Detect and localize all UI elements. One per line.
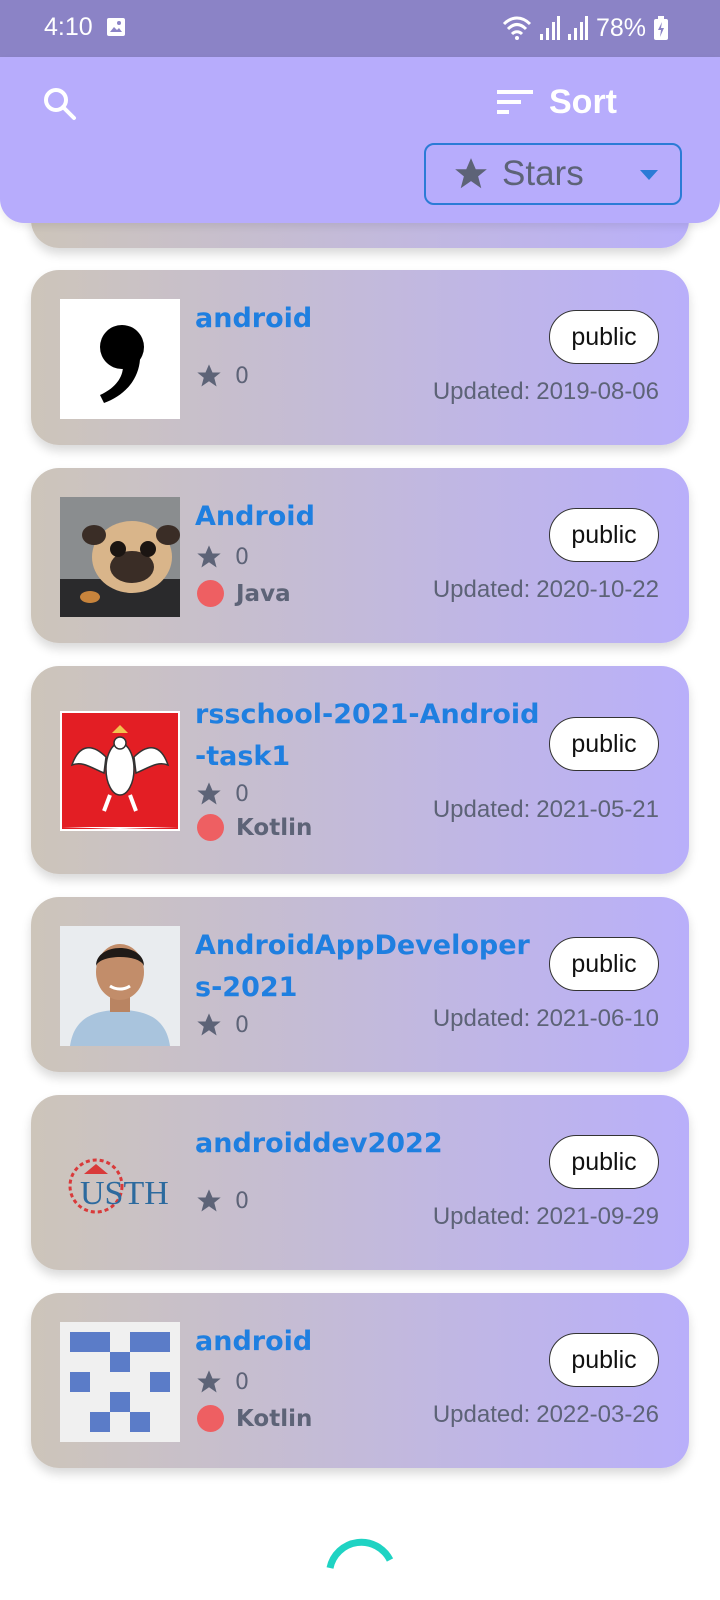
star-icon	[197, 1013, 221, 1036]
language-dot	[197, 1405, 224, 1432]
repo-stars: 0	[195, 1011, 249, 1039]
repo-language: Kotlin	[197, 1405, 312, 1432]
repo-card[interactable]: rsschool-2021-Android-task1 0 Kotlin pub…	[31, 666, 689, 874]
dropdown-arrow-icon	[640, 170, 658, 180]
search-button[interactable]	[40, 84, 80, 124]
repo-card[interactable]: android 0 Kotlin public Updated: 2022-03-…	[31, 1293, 689, 1468]
updated-date: Updated: 2021-05-21	[432, 796, 659, 823]
repo-avatar	[60, 711, 180, 831]
language-dot	[197, 580, 224, 607]
repo-stars: 0	[195, 1187, 249, 1215]
repo-name[interactable]: android	[195, 1321, 545, 1363]
star-icon	[197, 1370, 221, 1393]
updated-date: Updated: 2021-06-10	[432, 1005, 659, 1032]
visibility-badge: public	[549, 1135, 659, 1189]
star-icon	[197, 1189, 221, 1212]
battery-percent: 78%	[595, 13, 646, 42]
repo-name[interactable]: rsschool-2021-Android-task1	[195, 694, 545, 778]
visibility-badge: public	[549, 717, 659, 771]
star-count: 0	[235, 1188, 249, 1214]
star-icon	[197, 364, 221, 387]
star-count: 0	[235, 363, 249, 389]
updated-date: Updated: 2022-03-26	[432, 1401, 659, 1428]
visibility-badge: public	[549, 937, 659, 991]
repo-name[interactable]: Android	[195, 496, 545, 538]
language-name: Kotlin	[236, 1405, 313, 1432]
repo-language: Java	[197, 580, 291, 607]
sort-button[interactable]: Sort	[497, 82, 617, 122]
signal-icon	[539, 16, 560, 40]
signal-icon	[567, 16, 588, 40]
visibility-badge: public	[549, 310, 659, 364]
repo-stars: 0	[195, 780, 249, 808]
sort-icon	[497, 90, 533, 114]
repo-avatar	[60, 926, 180, 1046]
repo-name[interactable]: AndroidAppDevelopers-2021	[195, 925, 545, 1009]
app-header: Sort Stars	[0, 57, 720, 223]
star-count: 0	[235, 1369, 249, 1395]
repo-card[interactable]: AndroidAppDevelopers-2021 0 public Updat…	[31, 897, 689, 1072]
repo-name[interactable]: androiddev2022	[195, 1123, 545, 1165]
repo-stars: 0	[195, 362, 249, 390]
repo-card[interactable]: USTH androiddev2022 0 public Updated: 202…	[31, 1095, 689, 1270]
loading-footer	[0, 1510, 720, 1600]
loading-spinner-icon	[326, 1538, 394, 1569]
repo-name[interactable]: android	[195, 298, 545, 340]
sort-label: Sort	[549, 82, 617, 121]
repo-card[interactable]: Android 0 Java public Updated: 2020-10-22	[31, 468, 689, 643]
visibility-badge: public	[549, 1333, 659, 1387]
usth-logo-text: USTH	[80, 1175, 169, 1212]
repo-avatar	[60, 1322, 180, 1442]
search-icon	[44, 88, 76, 120]
star-icon	[455, 158, 487, 189]
updated-date: Updated: 2020-10-22	[432, 576, 659, 603]
status-bar: 4:10 78%	[0, 0, 720, 58]
star-icon	[197, 782, 221, 805]
star-icon	[197, 545, 221, 568]
updated-date: Updated: 2019-08-06	[432, 378, 659, 405]
repo-list[interactable]: android 0 public Updated: 2019-08-06 And…	[0, 0, 720, 1510]
wifi-icon	[502, 16, 532, 40]
repo-avatar	[60, 299, 180, 419]
repo-stars: 0	[195, 543, 249, 571]
repo-card[interactable]: android 0 public Updated: 2019-08-06	[31, 270, 689, 445]
sort-select[interactable]: Stars	[424, 143, 682, 205]
repo-stars: 0	[195, 1368, 249, 1396]
status-time: 4:10	[44, 13, 93, 41]
repo-avatar: USTH	[60, 1124, 180, 1244]
battery-charging-icon	[654, 16, 668, 40]
visibility-badge: public	[549, 508, 659, 562]
language-dot	[197, 814, 224, 841]
language-name: Java	[236, 580, 291, 607]
sort-select-value: Stars	[502, 154, 584, 193]
repo-avatar	[60, 497, 180, 617]
star-count: 0	[235, 1012, 249, 1038]
repo-language: Kotlin	[197, 814, 312, 841]
star-count: 0	[235, 544, 249, 570]
image-icon	[107, 18, 125, 36]
updated-date: Updated: 2021-09-29	[432, 1203, 659, 1230]
language-name: Kotlin	[236, 814, 313, 841]
star-count: 0	[235, 781, 249, 807]
